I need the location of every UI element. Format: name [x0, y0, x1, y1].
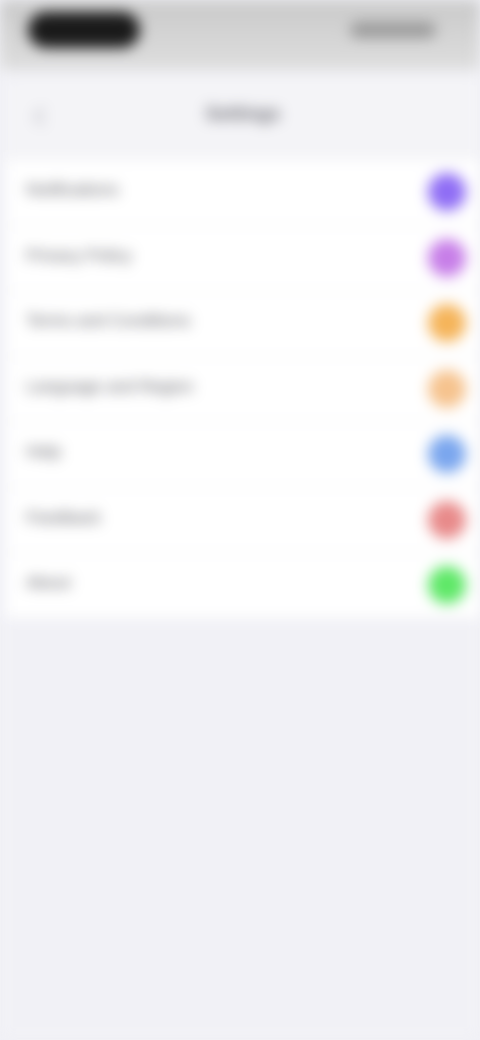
list-item[interactable]: Help: [6, 422, 480, 488]
blurred-app-screen: Settings Notifications Privacy Policy Te…: [0, 0, 480, 1040]
red-circle-icon: [428, 500, 466, 539]
list-item-label: Notifications: [26, 180, 119, 199]
navigation-bar: Settings: [6, 76, 480, 160]
status-indicators: [350, 22, 436, 38]
peach-circle-icon: [428, 369, 466, 408]
status-bar: [0, 0, 480, 70]
page-title: Settings: [205, 104, 281, 125]
status-time-pill: [28, 12, 140, 48]
list-item[interactable]: Feedback: [6, 487, 480, 553]
list-item-label: Feedback: [26, 507, 101, 527]
green-circle-icon: [428, 566, 466, 604]
list-item[interactable]: About: [6, 553, 480, 619]
list-item-label: Privacy Policy: [26, 245, 132, 265]
settings-list: Notifications Privacy Policy Terms and C…: [6, 160, 480, 619]
list-item-label: Help: [26, 442, 61, 461]
purple-circle-icon: [428, 173, 466, 211]
list-item[interactable]: Privacy Policy: [6, 225, 480, 291]
list-item[interactable]: Terms and Conditions: [6, 291, 480, 357]
violet-circle-icon: [428, 238, 466, 277]
blue-circle-icon: [428, 435, 466, 473]
list-item[interactable]: Notifications: [6, 160, 480, 226]
list-item-label: Language and Region: [26, 376, 194, 396]
list-item-label: Terms and Conditions: [26, 311, 191, 330]
orange-circle-icon: [428, 304, 466, 342]
settings-sheet: Settings Notifications Privacy Policy Te…: [6, 76, 480, 619]
list-item[interactable]: Language and Region: [6, 356, 480, 422]
list-item-label: About: [26, 573, 71, 592]
